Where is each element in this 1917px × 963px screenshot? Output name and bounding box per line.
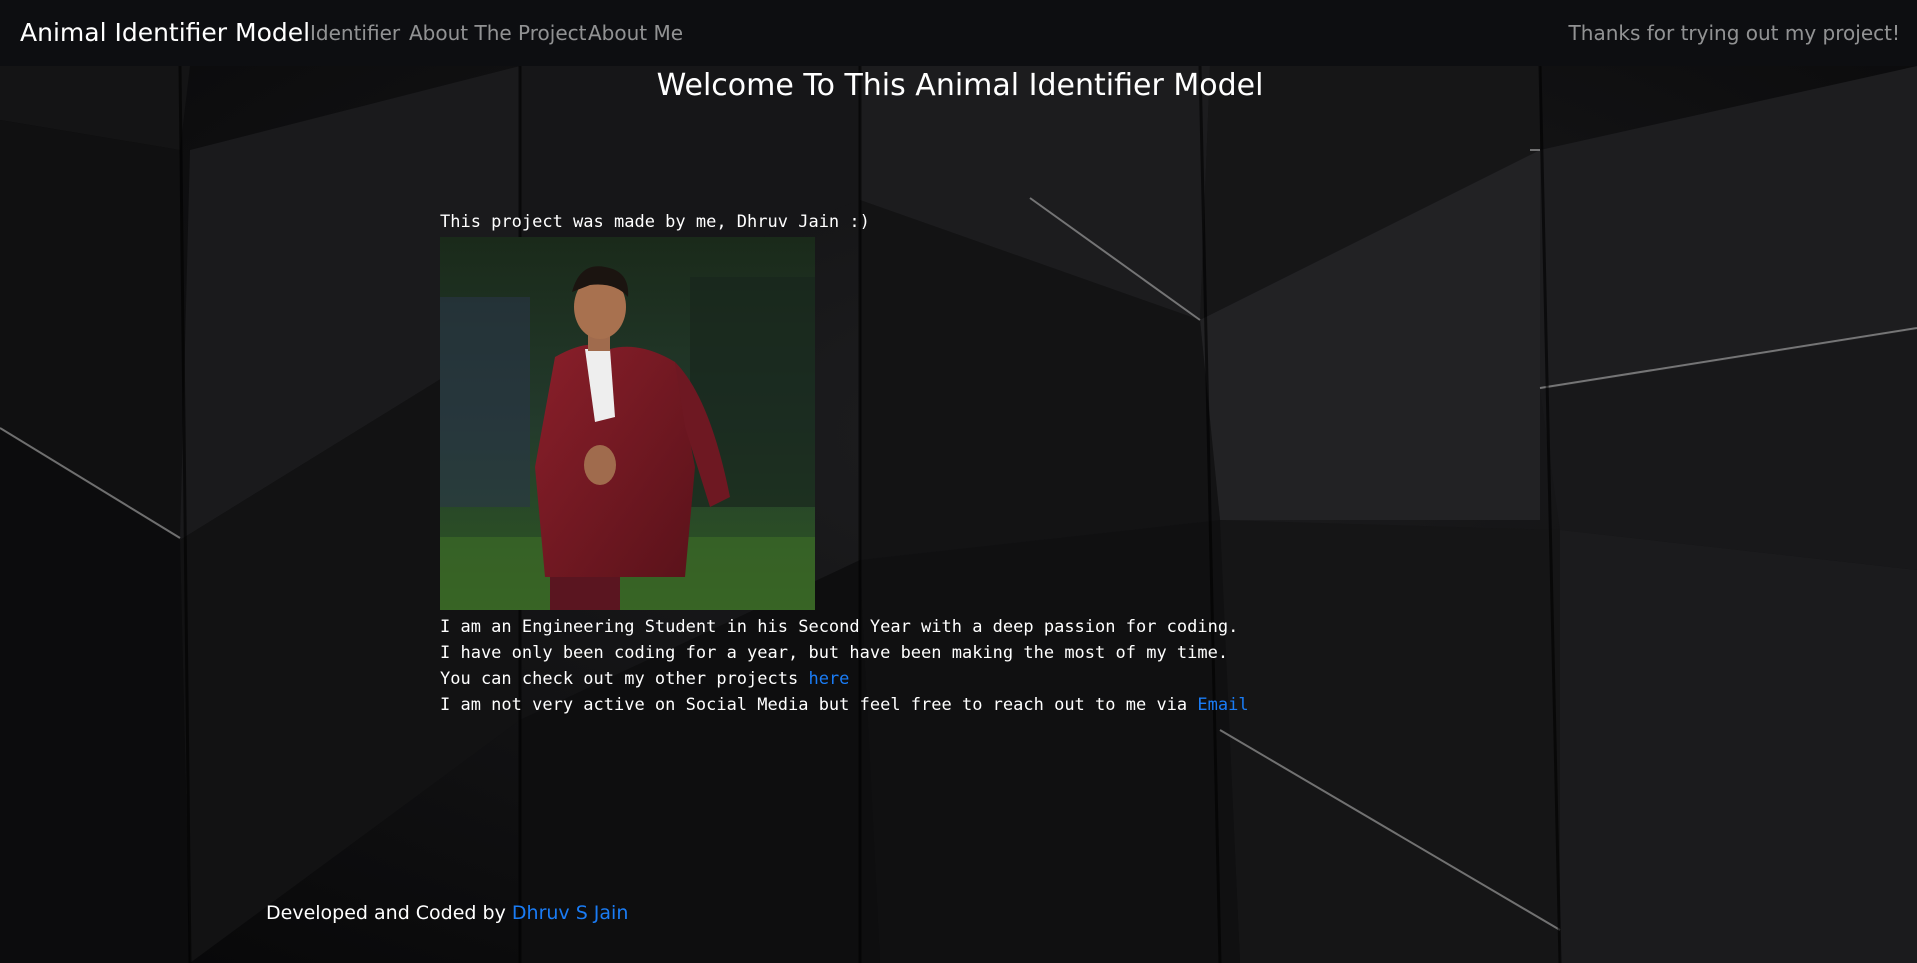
email-link[interactable]: Email <box>1197 695 1248 715</box>
nav-link-about-me[interactable]: About Me <box>588 20 683 46</box>
projects-link[interactable]: here <box>808 669 849 689</box>
about-content: This project was made by me, Dhruv Jain … <box>440 209 1249 718</box>
profile-photo <box>440 237 815 610</box>
social-text: I am not very active on Social Media but… <box>440 695 1198 715</box>
nav-link-identifier[interactable]: Identifier <box>310 20 400 46</box>
projects-line: You can check out my other projects here <box>440 666 1249 692</box>
navbar-brand[interactable]: Animal Identifier Model <box>20 17 310 49</box>
social-line: I am not very active on Social Media but… <box>440 692 1249 718</box>
footer: Developed and Coded by Dhruv S Jain <box>266 900 628 926</box>
footer-author-link[interactable]: Dhruv S Jain <box>512 902 628 924</box>
footer-text: Developed and Coded by <box>266 902 512 924</box>
intro-text: This project was made by me, Dhruv Jain … <box>440 212 870 232</box>
nav-link-about-the-project[interactable]: About The Project <box>409 20 586 46</box>
navbar-thanks-text: Thanks for trying out my project! <box>1568 21 1900 45</box>
page-title: Welcome To This Animal Identifier Model <box>656 68 1264 103</box>
projects-text: You can check out my other projects <box>440 669 809 689</box>
bio-line-2: I have only been coding for a year, but … <box>440 643 1229 663</box>
bio-line-1: I am an Engineering Student in his Secon… <box>440 617 1239 637</box>
navbar: Animal Identifier Model Identifier About… <box>0 0 1917 66</box>
